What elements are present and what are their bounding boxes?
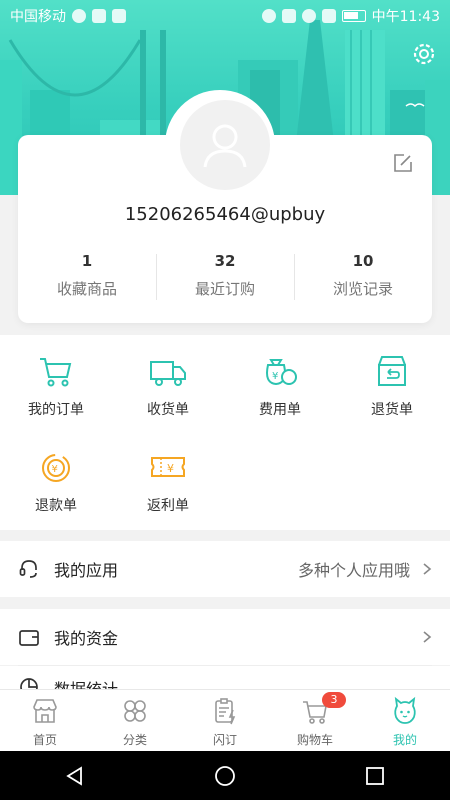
tab-label: 闪订 [212,733,237,747]
return-box-icon [378,356,406,386]
menu-row-my-apps[interactable]: 我的应用 多种个人应用哦 [0,541,450,597]
category-icon [124,700,146,722]
stat-value: 1 [81,252,93,270]
money-bag-icon: ¥ [266,359,297,386]
truck-icon [150,361,186,386]
grid-item-label: 退货单 [371,402,413,418]
notification-icon [72,9,86,23]
stat-label: 最近订购 [194,280,255,298]
tab-label: 购物车 [296,733,333,747]
signal-icon [321,9,336,23]
wallet-icon [19,630,39,646]
grid-item-my-orders[interactable]: 我的订单 [0,351,112,419]
menu-row-label: 数据统计 [54,676,118,689]
recents-square-icon[interactable] [364,765,386,787]
quick-order-icon [215,698,236,725]
default-user-icon [203,124,247,168]
tab-home[interactable]: 首页 [0,690,90,751]
grid-item-expenses[interactable]: ¥ 费用单 [224,351,336,419]
bottom-tab-bar: 首页 分类 闪订 3 购物车 我的 [0,689,450,751]
tab-quick-order[interactable]: 闪订 [180,690,270,751]
cart-count-badge: 3 [322,692,346,708]
stat-label: 浏览记录 [332,280,393,298]
store-icon [33,699,57,723]
grid-item-refunds[interactable]: ¥ 退款单 [0,447,112,515]
stat-recent-orders[interactable]: 32 最近订购 [156,252,294,302]
profile-stats: 1 收藏商品 32 最近订购 10 浏览记录 [18,252,432,302]
app-notification-icon [112,9,126,23]
grid-item-label: 退款单 [35,498,77,514]
back-triangle-icon[interactable] [64,765,86,787]
menu-row-label: 我的应用 [54,561,119,580]
status-bar: 中国移动 中午11:43 [0,0,450,32]
grid-item-receipts[interactable]: 收货单 [112,351,224,419]
chevron-right-icon [423,631,432,643]
chevron-right-icon [423,563,432,575]
user-email: 15206265464@upbuy [124,204,326,225]
stat-favorites[interactable]: 1 收藏商品 [18,252,156,302]
svg-text:¥: ¥ [52,464,58,475]
system-navigation-bar [0,751,450,800]
avatar[interactable] [180,100,270,190]
refund-coin-icon: ¥ [42,454,70,482]
stat-value: 10 [352,252,374,270]
menu-row-my-funds[interactable]: 我的资金 [0,609,450,665]
shield-icon [92,9,106,23]
pie-chart-icon [20,678,38,689]
grid-item-label: 收货单 [147,402,189,418]
grid-item-label: 返利单 [147,498,189,514]
svg-text:¥: ¥ [167,462,174,475]
home-circle-icon[interactable] [214,765,236,787]
tab-label: 首页 [32,733,57,747]
eye-icon [301,9,316,23]
menu-row-label: 我的资金 [54,629,119,648]
edit-profile-icon[interactable] [393,153,413,173]
tab-cart[interactable]: 3 购物车 [270,690,360,751]
stat-browse-history[interactable]: 10 浏览记录 [294,252,432,302]
settings-gear-icon[interactable] [410,40,438,68]
cart-icon [40,358,72,387]
stat-label: 收藏商品 [56,280,117,298]
tab-label: 我的 [392,733,417,747]
order-shortcuts-grid: 我的订单 收货单 ¥ 费用单 退货单 ¥ 退款单 ¥ 返利单 [0,335,450,530]
svg-text:¥: ¥ [272,371,278,382]
tab-profile[interactable]: 我的 [360,690,450,751]
alarm-icon [261,9,276,23]
tab-label: 分类 [122,733,147,747]
menu-row-data-stats[interactable]: 数据统计 [0,666,450,689]
grid-item-label: 费用单 [259,402,301,418]
grid-item-label: 我的订单 [28,402,84,418]
hd-icon [281,9,296,23]
grid-item-rebates[interactable]: ¥ 返利单 [112,447,224,515]
menu-row-hint: 多种个人应用哦 [297,561,410,580]
grid-item-returns[interactable]: 退货单 [336,351,448,419]
battery-icon [341,10,366,22]
tab-category[interactable]: 分类 [90,690,180,751]
carrier-label: 中国移动 [10,9,66,25]
profile-icon [394,696,416,724]
rebate-ticket-icon: ¥ [151,457,185,477]
headset-icon [19,560,37,578]
clock-label: 中午11:43 [371,9,440,25]
stat-value: 32 [214,252,236,270]
